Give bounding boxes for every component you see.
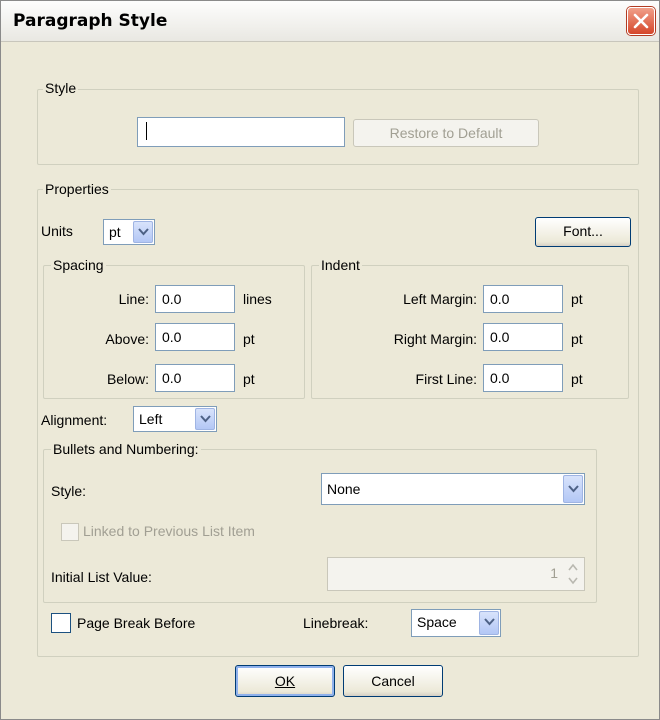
below-spacing-value: 0.0 — [162, 370, 182, 386]
units-label: Units — [41, 223, 73, 239]
right-margin-value: 0.0 — [490, 329, 510, 345]
alignment-value: Left — [139, 411, 163, 427]
linebreak-label: Linebreak: — [303, 615, 369, 631]
linked-to-previous-label: Linked to Previous List Item — [83, 523, 255, 539]
right-margin-input[interactable]: 0.0 — [483, 323, 563, 351]
above-spacing-input[interactable]: 0.0 — [155, 323, 235, 351]
spacing-legend: Spacing — [51, 257, 106, 273]
chevron-down-icon — [195, 408, 215, 430]
chevron-down-icon — [563, 475, 583, 503]
alignment-label: Alignment: — [41, 412, 108, 428]
font-button[interactable]: Font... — [535, 217, 631, 247]
properties-legend: Properties — [43, 181, 111, 197]
bullets-legend: Bullets and Numbering: — [51, 441, 201, 457]
title-bar[interactable]: Paragraph Style — [1, 1, 659, 42]
bullet-style-value: None — [327, 481, 361, 497]
close-button[interactable] — [627, 7, 655, 35]
line-unit: lines — [243, 291, 272, 307]
bullet-style-select[interactable]: None — [321, 473, 585, 505]
initial-list-value-input[interactable]: 1 — [327, 557, 585, 591]
bullet-style-label: Style: — [51, 483, 87, 499]
left-margin-value: 0.0 — [490, 291, 510, 307]
ok-button[interactable]: OK — [235, 665, 335, 697]
left-margin-unit: pt — [571, 291, 583, 307]
line-spacing-value: 0.0 — [162, 291, 182, 307]
right-margin-unit: pt — [571, 331, 583, 347]
line-label: Line: — [118, 291, 149, 307]
style-group-legend: Style — [43, 80, 79, 96]
line-spacing-input[interactable]: 0.0 — [155, 285, 235, 313]
ok-label: OK — [274, 673, 296, 689]
above-unit: pt — [243, 331, 255, 347]
above-label: Above: — [105, 331, 149, 347]
above-spacing-value: 0.0 — [162, 329, 182, 345]
chevron-down-icon — [133, 221, 153, 243]
left-margin-input[interactable]: 0.0 — [483, 285, 563, 313]
units-value: pt — [109, 224, 121, 240]
restore-default-button[interactable]: Restore to Default — [353, 119, 539, 147]
first-line-unit: pt — [571, 371, 583, 387]
first-line-input[interactable]: 0.0 — [483, 364, 563, 392]
chevron-down-icon — [479, 611, 499, 635]
window-title: Paragraph Style — [13, 11, 168, 31]
below-spacing-input[interactable]: 0.0 — [155, 364, 235, 392]
text-caret — [146, 122, 147, 140]
initial-list-value: 1 — [550, 565, 558, 581]
restore-default-label: Restore to Default — [389, 125, 503, 141]
style-name-input[interactable] — [137, 117, 345, 147]
linebreak-value: Space — [417, 614, 457, 630]
linebreak-select[interactable]: Space — [411, 609, 501, 637]
below-label: Below: — [106, 371, 149, 387]
initial-list-value-label: Initial List Value: — [51, 569, 152, 585]
page-break-before-checkbox[interactable] — [51, 613, 71, 633]
cancel-button[interactable]: Cancel — [343, 665, 443, 697]
units-select[interactable]: pt — [103, 219, 155, 245]
indent-legend: Indent — [319, 257, 362, 273]
right-margin-label: Right Margin: — [393, 331, 477, 347]
alignment-select[interactable]: Left — [133, 406, 217, 432]
cancel-label: Cancel — [371, 673, 415, 689]
left-margin-label: Left Margin: — [403, 291, 477, 307]
spin-arrows-icon — [564, 560, 582, 588]
linked-to-previous-checkbox[interactable] — [61, 523, 79, 541]
first-line-label: First Line: — [415, 371, 477, 387]
page-break-before-label: Page Break Before — [77, 615, 196, 631]
below-unit: pt — [243, 371, 255, 387]
first-line-value: 0.0 — [490, 370, 510, 386]
font-button-label: Font... — [563, 223, 603, 239]
paragraph-style-dialog: Paragraph Style Style Restore to Default… — [0, 0, 660, 720]
